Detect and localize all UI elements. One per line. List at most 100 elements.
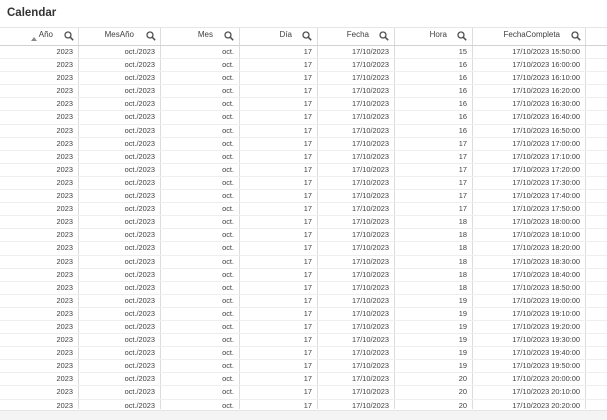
table-row[interactable]: 2023 oct./2023 oct. 17 17/10/2023 18 17/10/202… <box>0 216 607 230</box>
cell-date[interactable]: 17/10/2023 <box>318 150 395 163</box>
search-icon[interactable] <box>146 31 156 41</box>
cell-date[interactable]: 17/10/2023 <box>318 46 395 59</box>
search-icon[interactable] <box>571 31 581 41</box>
cell-date[interactable]: 17/10/2023 <box>318 294 395 307</box>
cell-year[interactable]: 2023 <box>0 98 79 111</box>
cell-month[interactable]: oct. <box>161 124 240 137</box>
cell-full-datetime[interactable]: 17/10/2023 17:00:00 <box>473 137 586 150</box>
cell-day[interactable]: 17 <box>240 72 318 85</box>
cell-hour[interactable]: 17 <box>395 203 473 216</box>
cell-month[interactable]: oct. <box>161 307 240 320</box>
cell-hour[interactable]: 18 <box>395 216 473 229</box>
cell-month-year[interactable]: oct./2023 <box>79 137 161 150</box>
cell-full-datetime[interactable]: 17/10/2023 17:20:00 <box>473 163 586 176</box>
cell-month-year[interactable]: oct./2023 <box>79 72 161 85</box>
cell-month[interactable]: oct. <box>161 347 240 360</box>
cell-date[interactable]: 17/10/2023 <box>318 268 395 281</box>
cell-month-year[interactable]: oct./2023 <box>79 150 161 163</box>
cell-date[interactable]: 17/10/2023 <box>318 190 395 203</box>
cell-hour[interactable]: 16 <box>395 98 473 111</box>
table-row[interactable]: 2023 oct./2023 oct. 17 17/10/2023 20 17/10/202… <box>0 373 607 387</box>
cell-month-year[interactable]: oct./2023 <box>79 216 161 229</box>
cell-month[interactable]: oct. <box>161 373 240 386</box>
cell-date[interactable]: 17/10/2023 <box>318 98 395 111</box>
cell-full-datetime[interactable]: 17/10/2023 19:50:00 <box>473 360 586 373</box>
cell-hour[interactable]: 20 <box>395 386 473 399</box>
cell-month-year[interactable]: oct./2023 <box>79 347 161 360</box>
cell-month-year[interactable]: oct./2023 <box>79 399 161 409</box>
cell-month[interactable]: oct. <box>161 242 240 255</box>
table-row[interactable]: 2023 oct./2023 oct. 17 17/10/2023 17 17/10/202… <box>0 176 607 191</box>
cell-date[interactable]: 17/10/2023 <box>318 124 395 137</box>
cell-month-year[interactable]: oct./2023 <box>79 176 161 190</box>
cell-hour[interactable]: 20 <box>395 373 473 386</box>
table-row[interactable]: 2023 oct./2023 oct. 17 17/10/2023 16 17/10/202… <box>0 124 607 138</box>
cell-full-datetime[interactable]: 17/10/2023 16:30:00 <box>473 98 586 111</box>
cell-date[interactable]: 17/10/2023 <box>318 163 395 176</box>
cell-year[interactable]: 2023 <box>0 229 79 242</box>
cell-hour[interactable]: 19 <box>395 347 473 360</box>
table-row[interactable]: 2023 oct./2023 oct. 17 17/10/2023 17 17/10/202… <box>0 137 607 151</box>
cell-day[interactable]: 17 <box>240 268 318 281</box>
table-row[interactable]: 2023 oct./2023 oct. 17 17/10/2023 16 17/10/202… <box>0 72 607 86</box>
cell-date[interactable]: 17/10/2023 <box>318 137 395 150</box>
cell-full-datetime[interactable]: 17/10/2023 19:00:00 <box>473 294 586 307</box>
cell-full-datetime[interactable]: 17/10/2023 20:10:00 <box>473 386 586 399</box>
cell-month[interactable]: oct. <box>161 98 240 111</box>
cell-date[interactable]: 17/10/2023 <box>318 255 395 268</box>
cell-day[interactable]: 17 <box>240 111 318 124</box>
cell-month[interactable]: oct. <box>161 190 240 203</box>
cell-day[interactable]: 17 <box>240 203 318 216</box>
table-row[interactable]: 2023 oct./2023 oct. 17 17/10/2023 18 17/10/202… <box>0 268 607 282</box>
cell-hour[interactable]: 18 <box>395 229 473 242</box>
table-row[interactable]: 2023 oct./2023 oct. 17 17/10/2023 16 17/10/202… <box>0 59 607 73</box>
cell-month[interactable]: oct. <box>161 85 240 98</box>
cell-month-year[interactable]: oct./2023 <box>79 59 161 72</box>
cell-full-datetime[interactable]: 17/10/2023 15:50:00 <box>473 46 586 59</box>
cell-hour[interactable]: 19 <box>395 334 473 347</box>
cell-month-year[interactable]: oct./2023 <box>79 334 161 347</box>
table-row[interactable]: 2023 oct./2023 oct. 17 17/10/2023 17 17/10/202… <box>0 203 607 217</box>
cell-day[interactable]: 17 <box>240 242 318 255</box>
cell-full-datetime[interactable]: 17/10/2023 17:40:00 <box>473 190 586 203</box>
search-icon[interactable] <box>64 31 74 41</box>
cell-full-datetime[interactable]: 17/10/2023 18:00:00 <box>473 216 586 229</box>
cell-full-datetime[interactable]: 17/10/2023 19:30:00 <box>473 334 586 347</box>
cell-day[interactable]: 17 <box>240 294 318 307</box>
cell-month-year[interactable]: oct./2023 <box>79 373 161 386</box>
table-row[interactable]: 2023 oct./2023 oct. 17 17/10/2023 19 17/10/202… <box>0 320 607 335</box>
cell-month[interactable]: oct. <box>161 255 240 268</box>
cell-hour[interactable]: 17 <box>395 176 473 190</box>
cell-full-datetime[interactable]: 17/10/2023 16:50:00 <box>473 124 586 137</box>
cell-date[interactable]: 17/10/2023 <box>318 203 395 216</box>
cell-month[interactable]: oct. <box>161 163 240 176</box>
table-row[interactable]: 2023 oct./2023 oct. 17 17/10/2023 19 17/10/202… <box>0 360 607 374</box>
cell-full-datetime[interactable]: 17/10/2023 20:20:00 <box>473 399 586 409</box>
cell-full-datetime[interactable]: 17/10/2023 18:30:00 <box>473 255 586 268</box>
cell-day[interactable]: 17 <box>240 320 318 334</box>
cell-day[interactable]: 17 <box>240 347 318 360</box>
cell-hour[interactable]: 18 <box>395 255 473 268</box>
cell-day[interactable]: 17 <box>240 98 318 111</box>
cell-date[interactable]: 17/10/2023 <box>318 360 395 373</box>
cell-day[interactable]: 17 <box>240 150 318 163</box>
cell-day[interactable]: 17 <box>240 360 318 373</box>
cell-month[interactable]: oct. <box>161 137 240 150</box>
cell-hour[interactable]: 16 <box>395 124 473 137</box>
cell-month[interactable]: oct. <box>161 59 240 72</box>
cell-year[interactable]: 2023 <box>0 59 79 72</box>
cell-month[interactable]: oct. <box>161 281 240 294</box>
cell-day[interactable]: 17 <box>240 59 318 72</box>
cell-year[interactable]: 2023 <box>0 111 79 124</box>
cell-year[interactable]: 2023 <box>0 216 79 229</box>
cell-month-year[interactable]: oct./2023 <box>79 111 161 124</box>
column-header-year[interactable]: Año <box>0 28 79 45</box>
cell-day[interactable]: 17 <box>240 176 318 190</box>
cell-full-datetime[interactable]: 17/10/2023 16:20:00 <box>473 85 586 98</box>
cell-date[interactable]: 17/10/2023 <box>318 307 395 320</box>
cell-month-year[interactable]: oct./2023 <box>79 163 161 176</box>
cell-day[interactable]: 17 <box>240 255 318 268</box>
cell-full-datetime[interactable]: 17/10/2023 17:10:00 <box>473 150 586 163</box>
cell-hour[interactable]: 16 <box>395 85 473 98</box>
cell-full-datetime[interactable]: 17/10/2023 18:40:00 <box>473 268 586 281</box>
